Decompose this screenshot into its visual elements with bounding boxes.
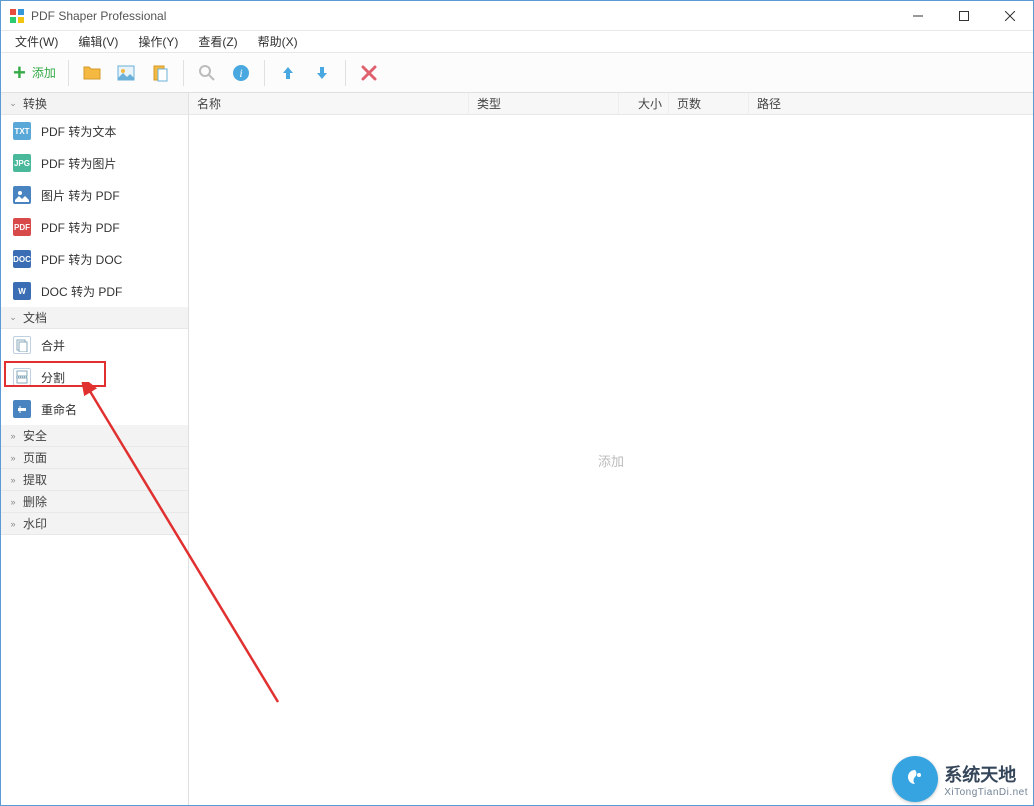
col-name[interactable]: 名称 xyxy=(189,93,469,114)
menu-edit[interactable]: 编辑(V) xyxy=(70,31,126,52)
item-rename[interactable]: 重命名 xyxy=(1,393,188,425)
col-type[interactable]: 类型 xyxy=(469,93,619,114)
item-pdf-to-pdf[interactable]: PDF PDF 转为 PDF xyxy=(1,211,188,243)
minimize-button[interactable] xyxy=(895,1,941,30)
section-label: 提取 xyxy=(23,471,47,488)
item-merge[interactable]: 合并 xyxy=(1,329,188,361)
paste-button[interactable] xyxy=(143,56,177,90)
content-area: 名称 类型 大小 页数 路径 添加 xyxy=(189,93,1033,805)
col-path[interactable]: 路径 xyxy=(749,93,1033,114)
file-list-empty[interactable]: 添加 xyxy=(189,115,1033,805)
section-label: 文档 xyxy=(23,309,47,326)
collapse-icon: » xyxy=(7,497,19,507)
txt-icon: TXT xyxy=(13,122,31,140)
collapse-icon: » xyxy=(7,431,19,441)
info-button[interactable]: i xyxy=(224,56,258,90)
brand-name: 系统天地 xyxy=(944,761,1028,787)
split-icon xyxy=(13,368,31,386)
search-button[interactable] xyxy=(190,56,224,90)
word-icon: W xyxy=(13,282,31,300)
maximize-button[interactable] xyxy=(941,1,987,30)
titlebar: PDF Shaper Professional xyxy=(1,1,1033,31)
app-icon xyxy=(9,8,25,24)
down-button[interactable] xyxy=(305,56,339,90)
merge-icon xyxy=(13,336,31,354)
toolbar-separator xyxy=(68,60,69,86)
section-extract[interactable]: » 提取 xyxy=(1,469,188,491)
section-convert[interactable]: ⌄ 转换 xyxy=(1,93,188,115)
up-button[interactable] xyxy=(271,56,305,90)
image-button[interactable] xyxy=(109,56,143,90)
rename-icon xyxy=(13,400,31,418)
plus-icon: + xyxy=(13,62,26,84)
expand-icon: ⌄ xyxy=(7,98,19,109)
collapse-icon: » xyxy=(7,519,19,529)
remove-button[interactable] xyxy=(352,56,386,90)
item-pdf-to-doc[interactable]: DOC PDF 转为 DOC xyxy=(1,243,188,275)
section-page[interactable]: » 页面 xyxy=(1,447,188,469)
close-button[interactable] xyxy=(987,1,1033,30)
section-label: 水印 xyxy=(23,515,47,532)
collapse-icon: » xyxy=(7,453,19,463)
add-button[interactable]: + 添加 xyxy=(7,56,62,90)
pdf-icon: PDF xyxy=(13,218,31,236)
collapse-icon: » xyxy=(7,475,19,485)
section-label: 安全 xyxy=(23,427,47,444)
add-button-label: 添加 xyxy=(32,64,56,81)
section-delete[interactable]: » 删除 xyxy=(1,491,188,513)
toolbar-separator xyxy=(183,60,184,86)
svg-text:i: i xyxy=(239,66,242,80)
toolbar-separator xyxy=(345,60,346,86)
item-image-to-pdf[interactable]: 图片 转为 PDF xyxy=(1,179,188,211)
menu-file[interactable]: 文件(W) xyxy=(7,31,66,52)
doc-icon: DOC xyxy=(13,250,31,268)
section-label: 页面 xyxy=(23,449,47,466)
brand-watermark: 系统天地 XiTongTianDi.net xyxy=(892,756,1028,802)
section-label: 转换 xyxy=(23,95,47,112)
section-watermark[interactable]: » 水印 xyxy=(1,513,188,535)
col-size[interactable]: 大小 xyxy=(619,93,669,114)
window-controls xyxy=(895,1,1033,30)
item-pdf-to-text[interactable]: TXT PDF 转为文本 xyxy=(1,115,188,147)
folder-button[interactable] xyxy=(75,56,109,90)
column-headers: 名称 类型 大小 页数 路径 xyxy=(189,93,1033,115)
item-split[interactable]: 分割 xyxy=(1,361,188,393)
brand-logo-icon xyxy=(892,756,938,802)
app-window: PDF Shaper Professional 文件(W) 编辑(V) 操作(Y… xyxy=(0,0,1034,806)
jpg-icon: JPG xyxy=(13,154,31,172)
col-pages[interactable]: 页数 xyxy=(669,93,749,114)
brand-url: XiTongTianDi.net xyxy=(944,787,1028,798)
section-label: 删除 xyxy=(23,493,47,510)
empty-hint: 添加 xyxy=(598,451,624,470)
sidebar: ⌄ 转换 TXT PDF 转为文本 JPG PDF 转为图片 图片 转为 PDF… xyxy=(1,93,189,805)
menu-view[interactable]: 查看(Z) xyxy=(190,31,245,52)
expand-icon: ⌄ xyxy=(7,312,19,323)
menu-help[interactable]: 帮助(X) xyxy=(250,31,306,52)
body: ⌄ 转换 TXT PDF 转为文本 JPG PDF 转为图片 图片 转为 PDF… xyxy=(1,93,1033,805)
section-document[interactable]: ⌄ 文档 xyxy=(1,307,188,329)
menubar: 文件(W) 编辑(V) 操作(Y) 查看(Z) 帮助(X) xyxy=(1,31,1033,53)
window-title: PDF Shaper Professional xyxy=(31,9,895,23)
item-pdf-to-image[interactable]: JPG PDF 转为图片 xyxy=(1,147,188,179)
menu-action[interactable]: 操作(Y) xyxy=(130,31,186,52)
section-security[interactable]: » 安全 xyxy=(1,425,188,447)
toolbar: + 添加 i xyxy=(1,53,1033,93)
item-doc-to-pdf[interactable]: W DOC 转为 PDF xyxy=(1,275,188,307)
toolbar-separator xyxy=(264,60,265,86)
image-icon xyxy=(13,186,31,204)
